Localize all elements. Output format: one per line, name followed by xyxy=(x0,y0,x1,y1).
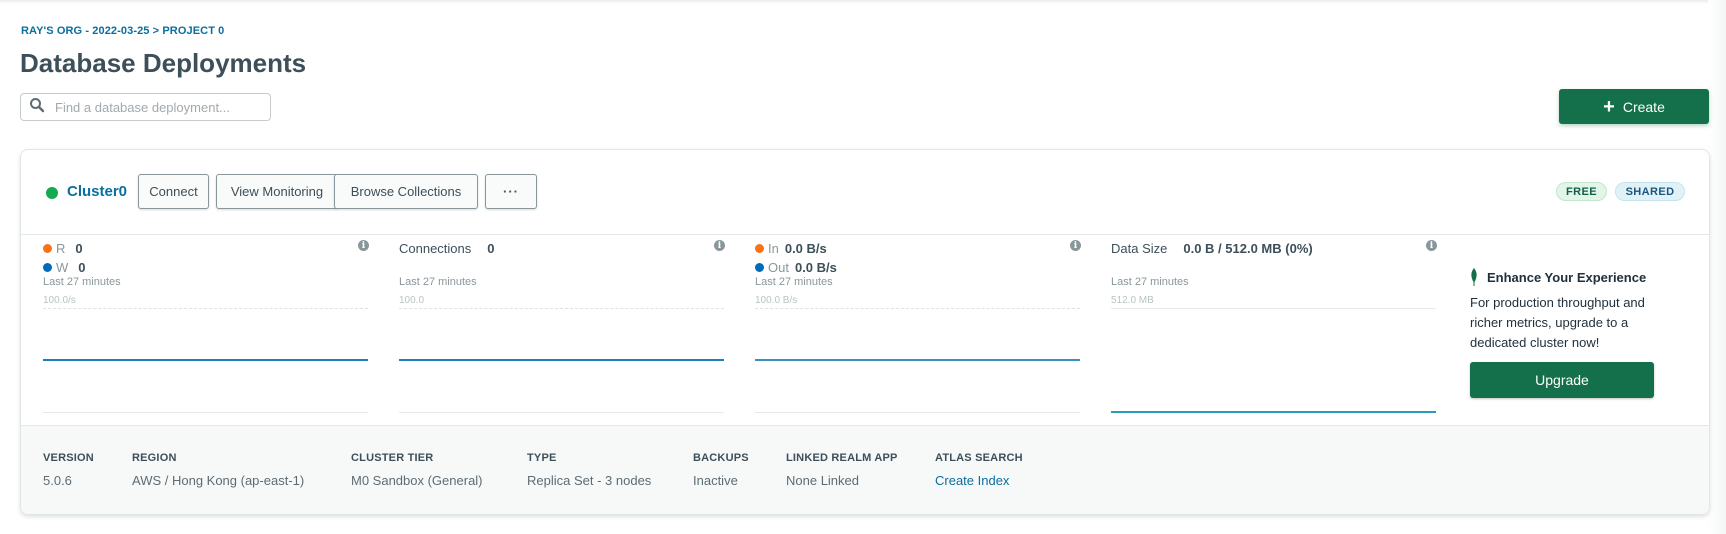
upsell-title: Enhance Your Experience xyxy=(1470,268,1660,286)
detail-value: Replica Set - 3 nodes xyxy=(527,473,652,488)
status-dot-icon xyxy=(46,187,58,199)
metric-max-label: 100.0 xyxy=(399,295,425,306)
leaf-icon xyxy=(1471,268,1477,286)
upsell-panel: Enhance Your Experience For production t… xyxy=(1470,268,1660,398)
write-label: W xyxy=(56,260,69,275)
metric-connections[interactable]: Connections 0 i Last 27 minutes 100.0 xyxy=(399,235,725,420)
connections-value: 0 xyxy=(487,241,495,256)
cluster-card-header: Cluster0 Connect View Monitoring Browse … xyxy=(21,150,1709,235)
upsell-body: For production throughput and richer met… xyxy=(1470,295,1645,350)
connections-label: Connections xyxy=(399,241,472,256)
detail-value: Inactive xyxy=(693,473,738,488)
detail-label: CLUSTER TIER xyxy=(351,452,434,464)
read-label: R xyxy=(56,241,66,256)
metric-network[interactable]: In 0.0 B/s Out 0.0 B/s i Last 27 minutes… xyxy=(755,235,1081,420)
metric-baseline xyxy=(43,412,368,413)
detail-value: M0 Sandbox (General) xyxy=(351,473,483,488)
cluster-details: VERSION 5.0.6 REGION AWS / Hong Kong (ap… xyxy=(21,425,1709,514)
metric-write-row: W 0 xyxy=(43,260,86,275)
cluster-card: Cluster0 Connect View Monitoring Browse … xyxy=(20,149,1710,515)
metric-operations[interactable]: R 0 W 0 i Last 27 minutes 100.0/s xyxy=(43,235,369,420)
metric-period: Last 27 minutes xyxy=(755,276,833,288)
metric-baseline xyxy=(755,412,1080,413)
metric-max-gridline xyxy=(399,308,724,309)
upsell-title-text: Enhance Your Experience xyxy=(1487,269,1647,285)
connect-button[interactable]: Connect xyxy=(138,174,209,209)
detail-region: REGION AWS / Hong Kong (ap-east-1) xyxy=(132,452,304,488)
metric-data-size-row: Data Size 0.0 B / 512.0 MB (0%) xyxy=(1111,241,1313,256)
write-dot-icon xyxy=(43,263,52,272)
detail-label: LINKED REALM APP xyxy=(786,452,898,464)
info-icon[interactable]: i xyxy=(1070,240,1081,251)
info-icon[interactable]: i xyxy=(358,240,369,251)
search-box[interactable] xyxy=(20,93,271,121)
in-value: 0.0 B/s xyxy=(784,241,827,256)
metric-max-label: 512.0 MB xyxy=(1111,295,1154,306)
out-dot-icon xyxy=(755,263,764,272)
metric-connections-row: Connections 0 xyxy=(399,241,495,256)
metric-out-row: Out 0.0 B/s xyxy=(755,260,837,275)
view-monitoring-button[interactable]: View Monitoring xyxy=(216,174,338,209)
shared-badge: SHARED xyxy=(1615,182,1685,201)
breadcrumb[interactable]: RAY'S ORG - 2022-03-25 > PROJECT 0 xyxy=(21,25,224,37)
info-icon[interactable]: i xyxy=(1426,240,1437,251)
in-label: In xyxy=(768,241,779,256)
create-button[interactable]: + Create xyxy=(1559,89,1709,124)
metric-period: Last 27 minutes xyxy=(43,276,121,288)
page-scrollbar-track[interactable] xyxy=(1708,0,1726,534)
detail-linked-realm-app: LINKED REALM APP None Linked xyxy=(786,452,898,488)
read-dot-icon xyxy=(43,244,52,253)
more-options-button[interactable]: ··· xyxy=(485,174,537,209)
write-value: 0 xyxy=(78,260,86,275)
page-title: Database Deployments xyxy=(20,48,307,78)
detail-cluster-tier: CLUSTER TIER M0 Sandbox (General) xyxy=(351,452,483,488)
detail-label: ATLAS SEARCH xyxy=(935,452,1023,464)
cluster-name-link[interactable]: Cluster0 xyxy=(67,183,127,200)
out-value: 0.0 B/s xyxy=(794,260,837,275)
read-value: 0 xyxy=(75,241,83,256)
metric-max-label: 100.0/s xyxy=(43,295,76,306)
metric-period: Last 27 minutes xyxy=(1111,276,1189,288)
metric-series-line xyxy=(755,359,1080,361)
detail-value: None Linked xyxy=(786,473,859,488)
metric-series-line xyxy=(399,359,724,361)
free-badge: FREE xyxy=(1556,182,1607,201)
in-dot-icon xyxy=(755,244,764,253)
metric-max-gridline xyxy=(755,308,1080,309)
metric-max-gridline xyxy=(43,308,368,309)
metric-period: Last 27 minutes xyxy=(399,276,477,288)
detail-label: TYPE xyxy=(527,452,557,464)
out-label: Out xyxy=(768,260,789,275)
plus-icon: + xyxy=(1603,95,1615,118)
detail-type: TYPE Replica Set - 3 nodes xyxy=(527,452,651,488)
info-icon[interactable]: i xyxy=(714,240,725,251)
metric-baseline xyxy=(399,412,724,413)
metric-max-gridline xyxy=(1111,308,1436,309)
create-button-label: Create xyxy=(1622,98,1665,115)
metric-read-row: R 0 xyxy=(43,241,83,256)
search-input[interactable] xyxy=(55,99,255,115)
metric-series-line xyxy=(1111,411,1436,413)
detail-value: 5.0.6 xyxy=(43,473,72,488)
metric-in-row: In 0.0 B/s xyxy=(755,241,827,256)
detail-atlas-search: ATLAS SEARCH Create Index xyxy=(935,452,1023,488)
detail-label: REGION xyxy=(132,452,177,464)
search-icon xyxy=(29,97,45,118)
metric-max-label: 100.0 B/s xyxy=(755,295,798,306)
detail-label: BACKUPS xyxy=(693,452,749,464)
data-size-value: 0.0 B / 512.0 MB (0%) xyxy=(1183,241,1313,256)
detail-value: AWS / Hong Kong (ap-east-1) xyxy=(132,473,305,488)
browse-collections-button[interactable]: Browse Collections xyxy=(334,174,478,209)
upgrade-button[interactable]: Upgrade xyxy=(1470,362,1654,398)
create-index-link[interactable]: Create Index xyxy=(935,473,1023,488)
detail-version: VERSION 5.0.6 xyxy=(43,452,94,488)
detail-label: VERSION xyxy=(43,452,94,464)
metric-data-size[interactable]: Data Size 0.0 B / 512.0 MB (0%) i Last 2… xyxy=(1111,235,1437,420)
top-shadow xyxy=(0,0,1726,4)
data-size-label: Data Size xyxy=(1111,241,1168,256)
metric-series-line xyxy=(43,359,368,361)
detail-backups: BACKUPS Inactive xyxy=(693,452,749,488)
